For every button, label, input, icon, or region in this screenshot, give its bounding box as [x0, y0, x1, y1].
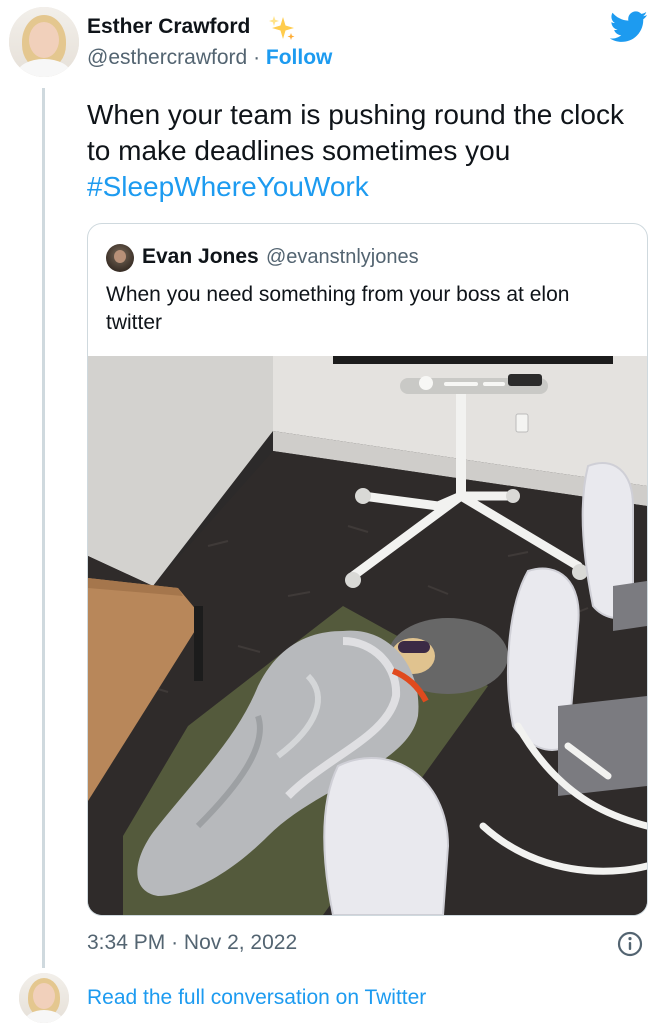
- timestamp-separator: ·: [171, 931, 179, 954]
- info-icon[interactable]: [617, 931, 643, 957]
- author-handle-row: @esthercrawford · Follow: [87, 46, 332, 70]
- hashtag-link[interactable]: #SleepWhereYouWork: [87, 171, 369, 202]
- tweet-timestamp[interactable]: 3:34 PM · Nov 2, 2022: [87, 931, 297, 955]
- quoted-tweet-text: When you need something from your boss a…: [106, 283, 570, 334]
- tweet-time: 3:34 PM: [87, 931, 166, 954]
- author-name[interactable]: Esther Crawford: [87, 15, 250, 39]
- quoted-tweet-photo[interactable]: [88, 356, 647, 915]
- tweet-body: When your team is pushing round the cloc…: [87, 99, 624, 166]
- quoted-tweet-card[interactable]: Evan Jones @evanstnlyjones When you need…: [87, 223, 648, 916]
- handle-separator: ·: [253, 46, 261, 69]
- footer-avatar[interactable]: [19, 973, 69, 1023]
- office-floor-photo: [88, 356, 647, 915]
- read-full-conversation-link[interactable]: Read the full conversation on Twitter: [87, 986, 426, 1010]
- author-handle[interactable]: @esthercrawford: [87, 46, 247, 69]
- quoted-author-name[interactable]: Evan Jones: [142, 245, 259, 269]
- quoted-author-handle[interactable]: @evanstnlyjones: [266, 246, 419, 269]
- follow-button[interactable]: Follow: [266, 46, 333, 69]
- author-avatar[interactable]: [9, 7, 79, 77]
- sparkles-emoji-icon: [269, 16, 295, 40]
- thread-line: [42, 88, 45, 968]
- quoted-author-avatar[interactable]: [106, 244, 134, 272]
- twitter-bird-icon[interactable]: [610, 11, 648, 43]
- tweet-date: Nov 2, 2022: [183, 931, 298, 954]
- tweet-text: When your team is pushing round the cloc…: [87, 97, 647, 205]
